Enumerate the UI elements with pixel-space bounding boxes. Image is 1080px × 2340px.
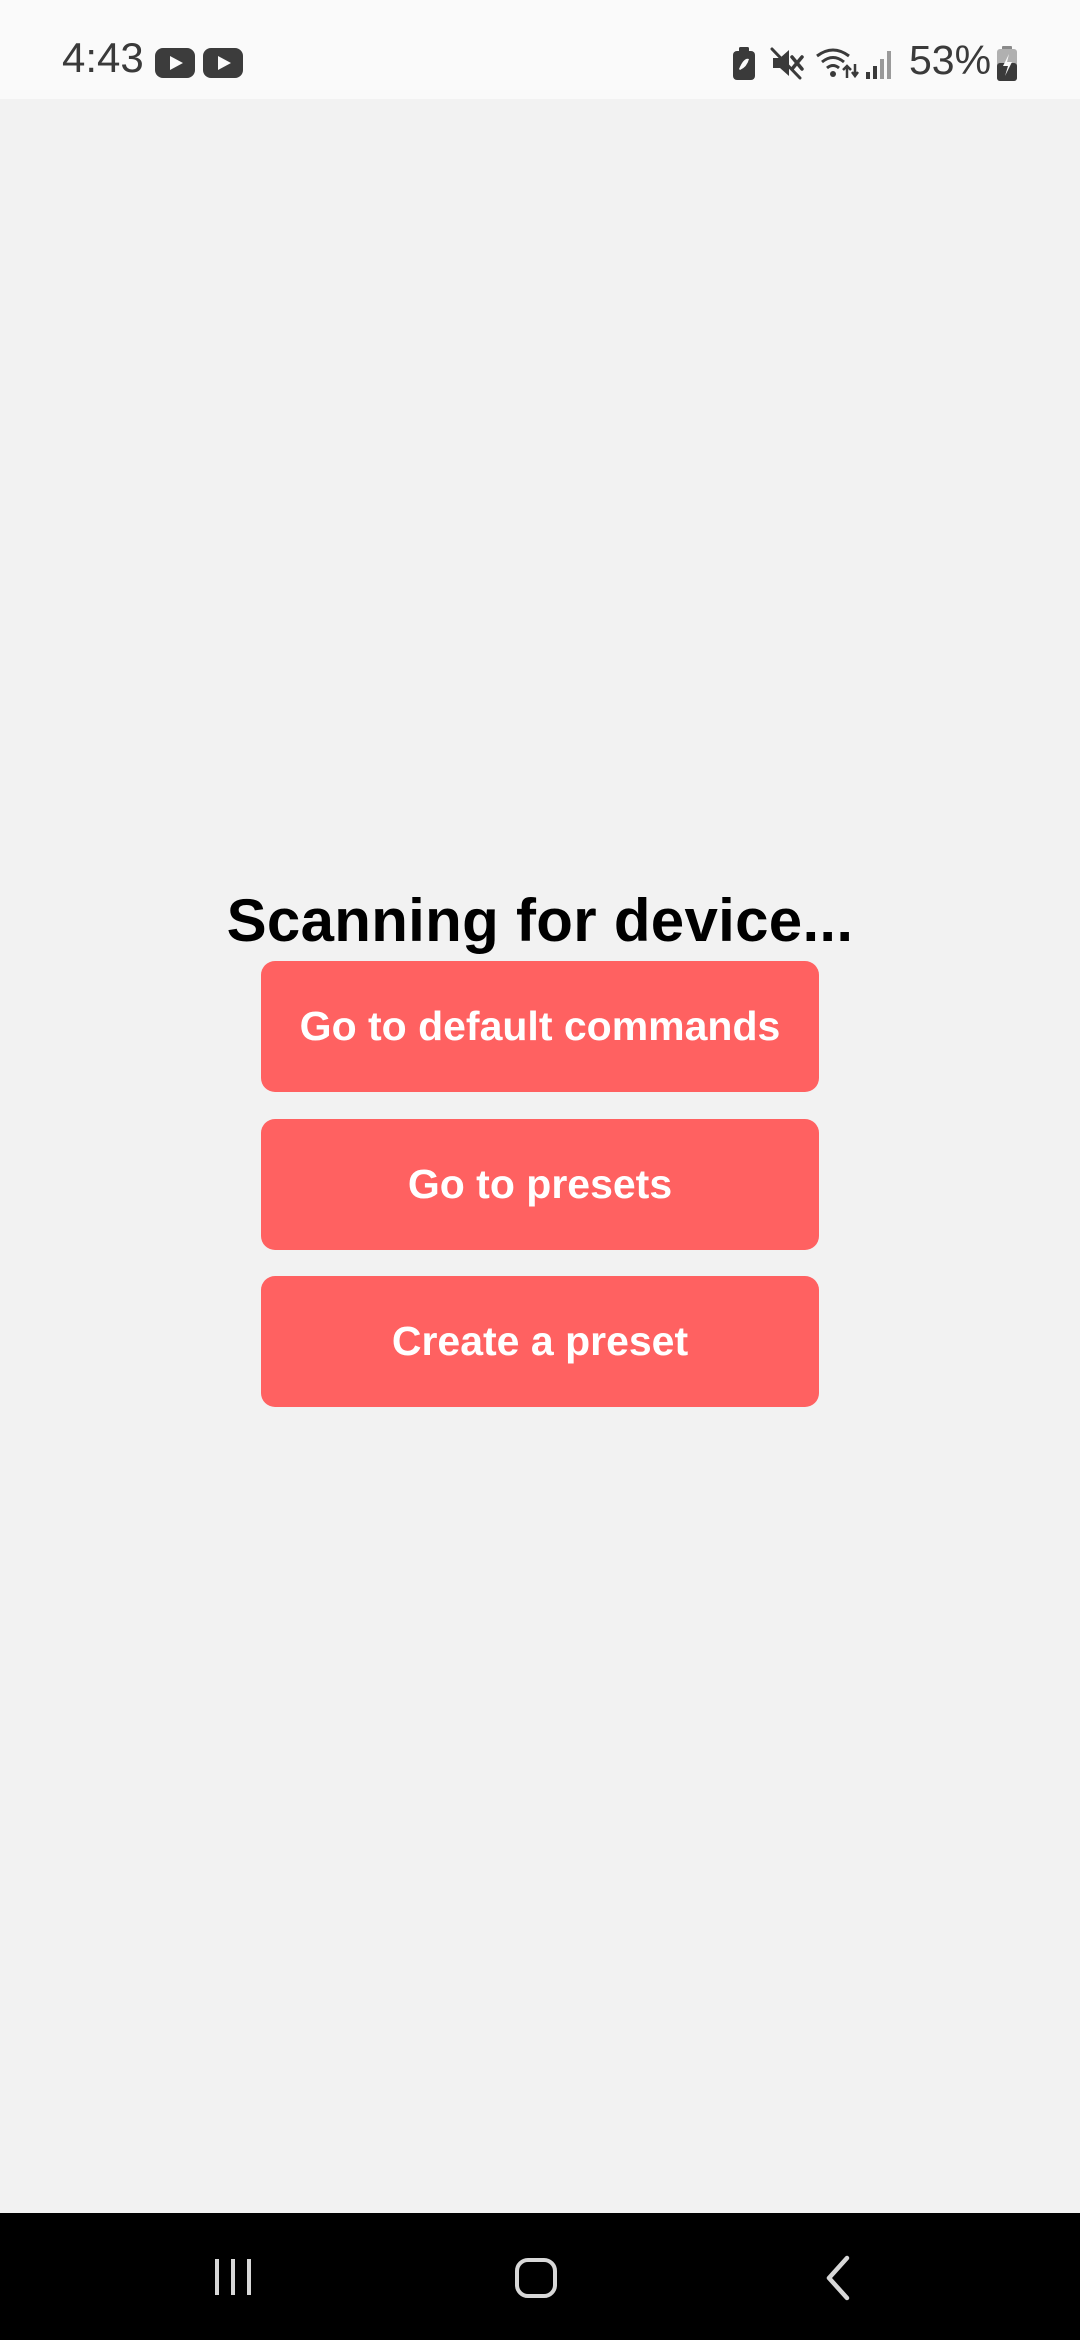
app-screen: 4:43 53% Scanning for device... Go to de…: [0, 0, 1080, 2340]
go-to-default-commands-button[interactable]: Go to default commands: [261, 961, 819, 1092]
home-icon: [515, 2258, 557, 2298]
back-button[interactable]: [738, 2213, 938, 2340]
go-to-presets-button[interactable]: Go to presets: [261, 1119, 819, 1250]
battery-percent: 53%: [909, 37, 992, 83]
create-preset-button[interactable]: Create a preset: [261, 1276, 819, 1407]
youtube-icon: [203, 48, 243, 78]
status-time: 4:43: [62, 34, 144, 81]
mute-icon: [770, 47, 804, 80]
wifi-icon: [816, 48, 859, 79]
youtube-icon: [155, 48, 195, 78]
battery-icon: [997, 46, 1017, 81]
scanning-status-title: Scanning for device...: [226, 887, 854, 954]
recent-apps-icon: [215, 2259, 251, 2295]
recent-apps-button[interactable]: [133, 2213, 333, 2340]
battery-saver-icon: [733, 47, 755, 80]
signal-icon: [866, 51, 891, 79]
home-button[interactable]: [436, 2213, 636, 2340]
back-icon: [826, 2255, 850, 2301]
navigation-bar: [0, 2213, 1080, 2340]
status-bar: 4:43 53%: [0, 0, 1080, 99]
